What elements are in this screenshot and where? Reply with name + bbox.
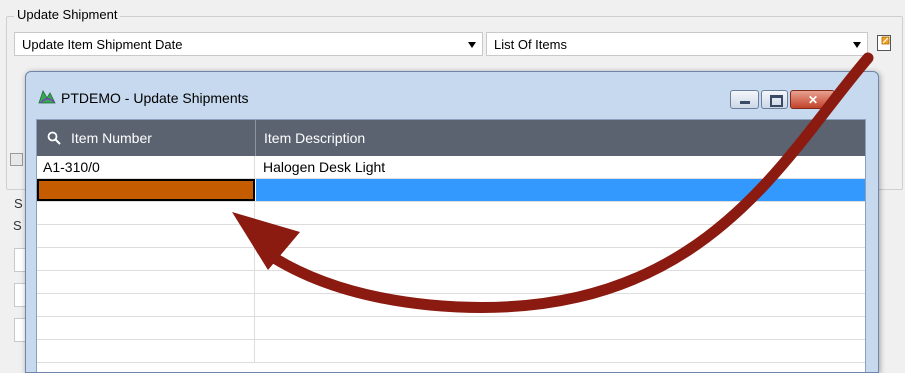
update-action-select[interactable]: Update Item Shipment Date	[14, 32, 483, 56]
item-number-cell[interactable]	[37, 294, 255, 316]
dropdown-arrow-icon[interactable]	[468, 42, 476, 48]
table-row-empty[interactable]	[37, 202, 865, 225]
dropdown-arrow-icon[interactable]	[853, 42, 861, 48]
table-row-empty[interactable]	[37, 248, 865, 271]
item-description-cell[interactable]	[256, 179, 865, 201]
dialog-titlebar[interactable]: PTDEMO - Update Shipments ✕	[26, 72, 878, 118]
item-description-cell[interactable]: Halogen Desk Light	[256, 156, 865, 178]
background-partial-label: S	[14, 196, 23, 211]
minimize-icon	[740, 101, 750, 104]
column-header-label: Item Number	[71, 130, 152, 146]
item-number-cell[interactable]	[37, 271, 255, 293]
background-partial-label: S	[13, 218, 22, 233]
item-number-cell[interactable]: A1-310/0	[37, 156, 255, 178]
table-row-empty[interactable]	[37, 317, 865, 340]
update-shipment-group-title: Update Shipment	[14, 7, 121, 22]
grid-header: Item Number Item Description	[37, 120, 865, 156]
table-row-empty[interactable]	[37, 225, 865, 248]
table-row[interactable]: A1-310/0 Halogen Desk Light	[37, 156, 865, 179]
maximize-button[interactable]	[761, 90, 788, 109]
item-number-cell[interactable]	[37, 317, 255, 339]
close-button[interactable]: ✕	[790, 90, 835, 109]
column-header-item-description[interactable]: Item Description	[256, 120, 865, 156]
item-description-cell[interactable]	[256, 248, 865, 270]
item-number-cell[interactable]	[37, 248, 255, 270]
column-header-item-number[interactable]: Item Number	[37, 120, 256, 156]
close-icon: ✕	[808, 93, 819, 107]
minimize-button[interactable]	[730, 90, 759, 109]
item-description-cell[interactable]	[256, 271, 865, 293]
table-row-empty[interactable]	[37, 271, 865, 294]
item-description-cell[interactable]	[256, 317, 865, 339]
item-description-cell[interactable]	[256, 340, 865, 362]
item-source-select[interactable]: List Of Items	[486, 32, 868, 56]
item-source-value: List Of Items	[494, 37, 567, 52]
open-list-icon	[877, 35, 891, 51]
search-icon[interactable]	[47, 131, 61, 145]
table-row-empty[interactable]	[37, 340, 865, 363]
item-number-cell[interactable]	[37, 225, 255, 247]
item-number-cell[interactable]	[37, 340, 255, 362]
items-grid: Item Number Item Description A1-310/0 Ha…	[36, 119, 866, 372]
background-checkbox[interactable]	[10, 153, 23, 166]
column-header-label: Item Description	[264, 130, 366, 146]
ptdemo-app-icon	[38, 90, 56, 104]
dialog-title: PTDEMO - Update Shipments	[61, 90, 249, 106]
item-number-cell[interactable]	[37, 202, 255, 224]
open-list-button[interactable]	[876, 34, 892, 52]
maximize-icon	[770, 95, 783, 107]
item-number-cell-active[interactable]	[37, 179, 255, 201]
update-action-value: Update Item Shipment Date	[22, 37, 183, 52]
item-description-cell[interactable]	[256, 294, 865, 316]
table-row-empty[interactable]	[37, 294, 865, 317]
item-description-cell[interactable]	[256, 225, 865, 247]
update-shipments-dialog: PTDEMO - Update Shipments ✕ Item Number …	[25, 71, 879, 373]
item-description-cell[interactable]	[256, 202, 865, 224]
table-row-selected[interactable]	[37, 179, 865, 202]
